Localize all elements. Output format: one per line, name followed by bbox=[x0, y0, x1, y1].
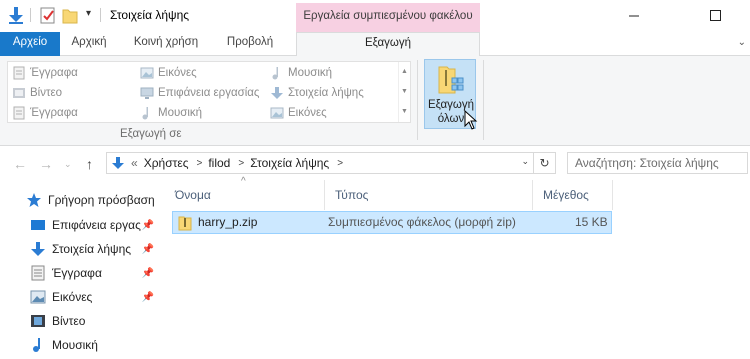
gallery-scroll-up-icon[interactable]: ▲ bbox=[399, 62, 410, 82]
breadcrumb-overflow[interactable]: « bbox=[131, 156, 138, 170]
documents-icon bbox=[13, 66, 25, 80]
breadcrumb-chevron-icon[interactable]: > bbox=[337, 158, 343, 169]
file-row[interactable]: harry_p.zip Συμπιεσμένος φάκελος (μορφή … bbox=[172, 211, 612, 234]
forward-button[interactable]: → bbox=[39, 156, 53, 172]
address-bar[interactable]: « Χρήστες > filod > Στοιχεία λήψης > ⌄ ↻ bbox=[106, 152, 556, 174]
minimize-button[interactable] bbox=[611, 0, 657, 30]
downloads-arrow-icon[interactable] bbox=[8, 6, 24, 24]
nav-item-documents[interactable]: Έγγραφα 📌 bbox=[30, 262, 158, 284]
file-list: ^ Όνομα Τύπος Μέγεθος harry_p.zip Συμπιε… bbox=[165, 176, 750, 359]
destination-videos[interactable]: Βίντεο bbox=[12, 84, 62, 102]
destination-documents-2[interactable]: Έγγραφα bbox=[12, 104, 78, 122]
destination-pictures-2[interactable]: Εικόνες bbox=[270, 104, 327, 122]
group-label-extract-to: Εξαγωγή σε bbox=[120, 128, 182, 140]
music-icon bbox=[142, 107, 148, 120]
file-type: Συμπιεσμένος φάκελος (μορφή zip) bbox=[328, 215, 516, 229]
back-button[interactable]: ← bbox=[13, 156, 27, 172]
column-header-name[interactable]: Όνομα bbox=[165, 180, 325, 210]
ribbon-extract-panel: Έγγραφα Εικόνες Μουσική Βίντεο Επιφάνεια… bbox=[0, 56, 750, 146]
breadcrumb-user[interactable]: filod bbox=[208, 156, 230, 170]
breadcrumb-chevron-icon[interactable]: > bbox=[238, 158, 244, 169]
maximize-button[interactable] bbox=[692, 0, 738, 30]
file-size: 15 KB bbox=[575, 215, 608, 229]
refresh-icon[interactable]: ↻ bbox=[533, 153, 555, 173]
nav-item-downloads[interactable]: Στοιχεία λήψης 📌 bbox=[30, 238, 158, 260]
music-icon bbox=[33, 338, 40, 352]
nav-item-videos[interactable]: Βίντεο bbox=[30, 310, 158, 332]
recent-locations-button[interactable]: ⌄ bbox=[64, 159, 72, 170]
chevron-down-icon: ⌄ bbox=[64, 159, 72, 169]
nav-quick-access[interactable]: Γρήγορη πρόσβαση bbox=[26, 189, 155, 211]
downloads-icon bbox=[271, 87, 283, 99]
destination-pictures[interactable]: Εικόνες bbox=[140, 64, 197, 82]
group-divider bbox=[417, 60, 418, 140]
nav-item-pictures[interactable]: Εικόνες 📌 bbox=[30, 286, 158, 308]
address-row: ← → ⌄ ↑ « Χρήστες > filod > Στοιχεία λήψ… bbox=[0, 146, 750, 180]
pin-icon[interactable]: 📌 bbox=[142, 292, 154, 303]
pin-icon[interactable]: 📌 bbox=[142, 268, 154, 279]
tab-file[interactable]: Αρχείο bbox=[0, 32, 60, 56]
nav-item-music[interactable]: Μουσική bbox=[30, 334, 158, 356]
group-divider bbox=[483, 60, 484, 140]
pictures-icon bbox=[270, 107, 284, 119]
documents-icon bbox=[13, 106, 25, 120]
breadcrumb-users[interactable]: Χρήστες bbox=[144, 156, 189, 170]
star-icon bbox=[27, 193, 41, 207]
extract-zip-icon bbox=[438, 66, 464, 94]
search-box[interactable]: Αναζήτηση: Στοιχεία λήψης bbox=[567, 152, 748, 174]
ribbon-expand-chevron-icon[interactable]: ⌄ bbox=[738, 37, 746, 48]
pictures-icon bbox=[140, 67, 154, 79]
destination-music[interactable]: Μουσική bbox=[270, 64, 332, 82]
window-title: Στοιχεία λήψης bbox=[110, 8, 190, 22]
title-bar: ▾ Στοιχεία λήψης Εργαλεία συμπιεσμένου φ… bbox=[0, 0, 750, 32]
column-header-size[interactable]: Μέγεθος bbox=[533, 180, 613, 210]
context-tab-header: Εργαλεία συμπιεσμένου φακέλου bbox=[296, 3, 480, 32]
up-arrow-icon: ↑ bbox=[86, 156, 93, 172]
maximize-icon bbox=[709, 9, 721, 21]
zip-folder-icon bbox=[178, 216, 192, 231]
gallery-scroll-down-icon[interactable]: ▼ bbox=[399, 82, 410, 102]
tab-share[interactable]: Κοινή χρήση bbox=[122, 32, 210, 56]
forward-arrow-icon: → bbox=[39, 156, 53, 172]
tab-view[interactable]: Προβολή bbox=[214, 32, 286, 56]
tab-home[interactable]: Αρχική bbox=[60, 32, 118, 56]
nav-item-desktop[interactable]: Επιφάνεια εργας 📌 bbox=[30, 214, 158, 236]
destination-music-2[interactable]: Μουσική bbox=[140, 104, 202, 122]
tab-extract[interactable]: Εξαγωγή bbox=[296, 32, 480, 57]
column-header-type[interactable]: Τύπος bbox=[325, 180, 533, 210]
navigation-pane: Γρήγορη πρόσβαση Επιφάνεια εργας 📌 Στοιχε… bbox=[0, 184, 160, 359]
destination-documents[interactable]: Έγγραφα bbox=[12, 64, 78, 82]
quick-access-toolbar-dropdown[interactable]: ▾ bbox=[86, 8, 91, 19]
pin-icon[interactable]: 📌 bbox=[142, 244, 154, 255]
minimize-icon bbox=[628, 15, 639, 16]
music-icon bbox=[272, 67, 278, 80]
ribbon-tabs: Αρχείο Αρχική Κοινή χρήση Προβολή Εξαγωγ… bbox=[0, 32, 750, 57]
downloads-icon bbox=[112, 157, 124, 169]
new-folder-icon[interactable] bbox=[62, 6, 78, 24]
extract-destinations-gallery: Έγγραφα Εικόνες Μουσική Βίντεο Επιφάνεια… bbox=[7, 61, 411, 123]
desktop-icon bbox=[140, 87, 154, 99]
destination-downloads[interactable]: Στοιχεία λήψης bbox=[270, 84, 364, 102]
address-dropdown-chevron-icon[interactable]: ⌄ bbox=[521, 156, 529, 167]
desktop-icon bbox=[31, 220, 45, 230]
up-button[interactable]: ↑ bbox=[86, 156, 93, 172]
gallery-scroll[interactable]: ▲ ▼ ▼ bbox=[398, 62, 410, 122]
documents-icon bbox=[31, 265, 45, 281]
breadcrumb-chevron-icon[interactable]: > bbox=[196, 158, 202, 169]
videos-icon bbox=[31, 315, 45, 327]
breadcrumb-downloads[interactable]: Στοιχεία λήψης bbox=[250, 156, 329, 170]
videos-icon bbox=[13, 88, 25, 98]
search-placeholder: Αναζήτηση: Στοιχεία λήψης bbox=[575, 156, 719, 170]
mouse-pointer-icon bbox=[464, 110, 478, 130]
pin-icon[interactable]: 📌 bbox=[142, 220, 154, 231]
back-arrow-icon: ← bbox=[13, 156, 27, 172]
downloads-icon bbox=[31, 242, 45, 256]
pictures-icon bbox=[30, 290, 46, 304]
file-name: harry_p.zip bbox=[198, 215, 258, 229]
destination-desktop[interactable]: Επιφάνεια εργασίας bbox=[140, 84, 259, 102]
gallery-more-icon[interactable]: ▼ bbox=[399, 102, 410, 122]
properties-icon[interactable] bbox=[40, 6, 56, 24]
